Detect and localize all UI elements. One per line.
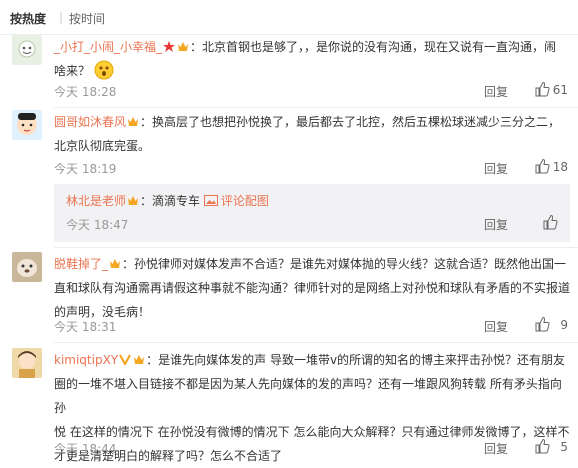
like-count: 9 xyxy=(560,318,568,332)
sub-reply-time: 今天 18:47 xyxy=(66,218,129,232)
vip-crown-icon xyxy=(128,196,139,205)
reply-button[interactable]: 回复 xyxy=(484,83,508,100)
sort-bar: 按热度 | 按时间 xyxy=(0,0,578,35)
comment-text: 脱鞋掉了_ ：孙悦律师对媒体发声不合适？是谁先对媒体抛的导火线？这就合适？既然他出… xyxy=(54,252,570,324)
avatar[interactable] xyxy=(12,35,42,65)
like-count: 18 xyxy=(552,160,568,174)
username[interactable]: 脱鞋掉了_ xyxy=(54,257,108,271)
divider xyxy=(54,342,578,343)
comment-body-cont: 的声明，没毛病！ xyxy=(54,305,151,319)
vip-crown-icon xyxy=(110,259,121,268)
comment-text: _小打_小闹_小幸福_ ：北京首钢也是够了，，是你说的没有沟通，现在又说有一直沟通… xyxy=(54,35,570,83)
avatar[interactable] xyxy=(12,110,42,140)
comment-text: 圆哥如沐春风 ：换高层了也想把孙悦换了，最后都去了北控，然后五棵松球迷减少三分之二… xyxy=(54,110,570,158)
sub-reply-link[interactable]: 滴滴专车 xyxy=(152,194,200,208)
like-count: 61 xyxy=(552,83,568,97)
comment-body: ：换高层了也想把孙悦换了，最后都去了北控，然后五棵松球迷减少三分之二， xyxy=(140,115,561,129)
reply-button[interactable]: 回复 xyxy=(484,160,508,177)
sort-by-hot[interactable]: 按热度 xyxy=(10,10,46,27)
shocked-emoji-icon xyxy=(94,60,114,80)
username[interactable]: 圆哥如沐春风 xyxy=(54,115,126,129)
sub-reply-username[interactable]: 林北是老师 xyxy=(66,194,126,208)
star-icon xyxy=(163,41,176,52)
like-icon[interactable] xyxy=(534,316,550,332)
comment-body-cont: 直和球队有沟通需再请假这种事就不能沟通？律师针对的是网络上对孙悦和球队有矛盾的不… xyxy=(54,281,571,295)
comment-time: 今天 18:28 xyxy=(54,85,117,99)
comment-body-cont: 悦 在这样的情况下 在孙悦没有微博的情况下 怎么能向大众解释？只有通过律师发微博… xyxy=(54,425,570,439)
like-icon[interactable] xyxy=(534,158,550,174)
comment-body: ：孙悦律师对媒体发声不合适？是谁先对媒体抛的导火线？这就合适？既然他出国一 xyxy=(122,257,567,271)
comment-body-cont: 啥来？ xyxy=(54,64,91,78)
image-icon xyxy=(203,195,218,206)
sub-reply-colon: ： xyxy=(140,194,153,208)
sort-by-time[interactable]: 按时间 xyxy=(69,10,105,27)
avatar[interactable] xyxy=(12,252,42,282)
comment-body-cont: 北京队彻底完蛋。 xyxy=(54,139,151,153)
like-icon[interactable] xyxy=(542,214,558,230)
username[interactable]: kimiqtipXY xyxy=(54,353,118,367)
sub-reply-reply-button[interactable]: 回复 xyxy=(484,216,508,233)
vip-crown-icon xyxy=(178,42,189,51)
divider xyxy=(54,247,578,248)
verified-v-icon xyxy=(119,354,132,365)
vip-crown-icon xyxy=(128,117,139,126)
divider xyxy=(54,107,578,108)
image-comment-link[interactable]: 评论配图 xyxy=(221,194,269,208)
comment-body: ：是谁先向媒体发的声 导致一堆带v的所谓的知名的博主来抨击孙悦？还有朋友 xyxy=(146,353,566,367)
comment-actions: 回复 9 xyxy=(448,316,568,338)
vip-crown-icon xyxy=(134,355,145,364)
comment-actions: 回复 18 xyxy=(448,158,568,180)
like-icon[interactable] xyxy=(534,81,550,97)
reply-button[interactable]: 回复 xyxy=(484,440,508,457)
avatar[interactable] xyxy=(12,348,42,378)
sub-reply-text: 林北是老师 ：滴滴专车 评论配图 xyxy=(66,192,269,209)
comment-time: 今天 18:19 xyxy=(54,162,117,176)
sub-reply-actions: 回复 xyxy=(448,214,558,236)
comment-actions: 回复 61 xyxy=(448,81,568,103)
comment-body-cont: 圈的一堆不堪入目链接不都是因为某人先向媒体的发的声吗？还有一堆跟风狗转载 所有矛… xyxy=(54,377,562,415)
comment-body: ：北京首钢也是够了，，是你说的没有沟通，现在又说有一直沟通，闹 xyxy=(190,40,557,54)
username[interactable]: _小打_小闹_小幸福_ xyxy=(54,40,162,54)
sub-reply: 林北是老师 ：滴滴专车 评论配图 今天 18:47 回复 xyxy=(54,184,570,242)
sort-separator: | xyxy=(59,10,64,24)
comment-time: 今天 18:44 xyxy=(54,442,117,456)
comment-time: 今天 18:31 xyxy=(54,320,117,334)
comment-actions: 回复 5 xyxy=(448,438,568,460)
reply-button[interactable]: 回复 xyxy=(484,318,508,335)
